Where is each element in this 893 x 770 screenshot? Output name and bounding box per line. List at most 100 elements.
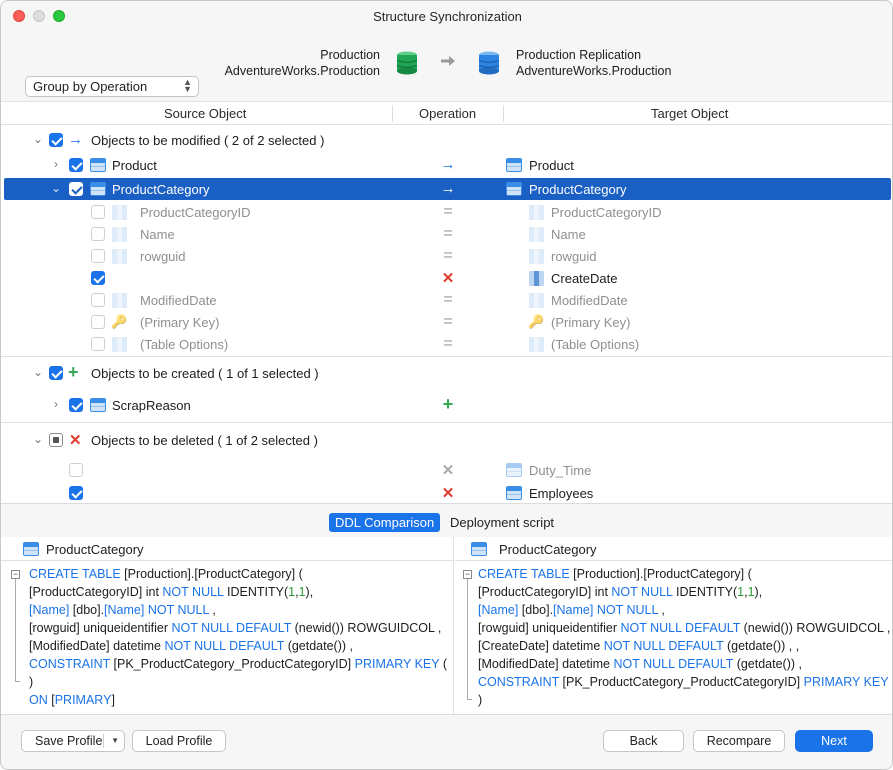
target-object-column-header[interactable]: Target Object (651, 106, 728, 121)
save-profile-label: Save Profile (35, 734, 103, 748)
source-object-name: ProductCategoryID (140, 205, 251, 220)
row-checkbox[interactable] (91, 293, 105, 307)
group-deleted-checkbox[interactable] (49, 433, 63, 447)
fold-toggle-icon[interactable]: − (11, 570, 20, 579)
recompare-button[interactable]: Recompare (693, 730, 785, 752)
structure-sync-window: Structure Synchronization Production Adv… (0, 0, 893, 770)
delete-operation-icon: ✕ (441, 462, 455, 479)
column-icon (529, 271, 544, 286)
source-object-name: (Table Options) (140, 337, 229, 352)
group-by-select[interactable]: Group by Operation ▲ ▼ (25, 76, 199, 97)
target-object-name: ProductCategory (529, 182, 627, 197)
group-created-row[interactable]: ⌄ + Objects to be created ( 1 of 1 selec… (1, 362, 892, 384)
table-icon (506, 158, 522, 172)
table-icon (23, 542, 39, 556)
table-icon (471, 542, 487, 556)
target-object-name: rowguid (551, 249, 597, 264)
target-ddl-header: ProductCategory (455, 537, 892, 561)
code-line: ) (478, 693, 483, 707)
code-line: [CreateDate] datetime NOT NULL DEFAULT (… (478, 639, 800, 653)
dropdown-caret-icon[interactable]: ▼ (111, 731, 119, 751)
title-bar: Structure Synchronization (1, 1, 892, 31)
fold-guide (467, 579, 468, 699)
tab-ddl-comparison[interactable]: DDL Comparison (329, 513, 441, 532)
table-icon (90, 398, 106, 412)
column-icon (112, 293, 127, 308)
next-button[interactable]: Next (795, 730, 873, 752)
code-line: [rowguid] uniqueidentifier NOT NULL DEFA… (29, 621, 442, 635)
source-object-column-header[interactable]: Source Object (164, 106, 246, 121)
disclosure-open-icon[interactable]: ⌄ (50, 181, 62, 195)
column-icon (112, 249, 127, 264)
tab-deployment-script[interactable]: Deployment script (444, 513, 560, 532)
row-checkbox[interactable] (91, 227, 105, 241)
disclosure-open-icon[interactable]: ⌄ (32, 132, 44, 146)
column-row-rowguid[interactable]: rowguid = rowguid (1, 245, 892, 267)
row-checkbox[interactable] (69, 463, 83, 477)
table-row-duty-time[interactable]: ✕ Duty_Time (1, 459, 892, 481)
target-object-name: Employees (529, 486, 594, 501)
row-checkbox[interactable] (69, 158, 83, 172)
source-ddl-title: ProductCategory (46, 542, 144, 557)
fold-toggle-icon[interactable]: − (463, 570, 472, 579)
group-deleted-row[interactable]: ⌄ ✕ Objects to be deleted ( 1 of 2 selec… (1, 429, 892, 451)
create-plus-icon: + (68, 362, 79, 382)
column-row-createdate[interactable]: ✕ CreateDate (1, 267, 892, 289)
table-row-product[interactable]: › Product → Product (1, 154, 892, 176)
equal-operation-icon: = (443, 313, 453, 330)
row-checkbox[interactable] (91, 205, 105, 219)
row-checkbox[interactable] (91, 315, 105, 329)
sync-direction-arrow-icon (441, 56, 455, 66)
source-object-name: (Primary Key) (140, 315, 220, 330)
equal-operation-icon: = (443, 225, 453, 242)
group-by-value: Group by Operation (33, 79, 148, 94)
modify-operation-icon: → (440, 156, 456, 173)
view-tabs: DDL Comparison Deployment script (1, 503, 892, 537)
group-created-label: Objects to be created ( 1 of 1 selected … (91, 366, 319, 381)
column-row-modifieddate[interactable]: ModifiedDate = ModifiedDate (1, 289, 892, 311)
source-ddl-pane[interactable]: ProductCategory − CREATE TABLE [Producti… (1, 537, 454, 714)
key-icon: 🔑 (111, 314, 128, 329)
source-object-name: Product (112, 158, 157, 173)
target-object-name: (Primary Key) (551, 315, 631, 330)
fold-guide-end (467, 699, 472, 700)
group-divider (1, 356, 892, 357)
row-checkbox[interactable] (91, 337, 105, 351)
row-checkbox[interactable] (91, 249, 105, 263)
source-connection-info: Production AdventureWorks.Production (225, 47, 380, 79)
operation-column-header[interactable]: Operation (419, 106, 476, 121)
row-checkbox[interactable] (69, 486, 83, 500)
group-modified-checkbox[interactable] (49, 133, 63, 147)
column-row-productcategoryid[interactable]: ProductCategoryID = ProductCategoryID (1, 201, 892, 223)
equal-operation-icon: = (443, 247, 453, 264)
column-row-name[interactable]: Name = Name (1, 223, 892, 245)
equal-operation-icon: = (443, 203, 453, 220)
disclosure-open-icon[interactable]: ⌄ (32, 365, 44, 379)
row-checkbox[interactable] (91, 271, 105, 285)
table-row-employees[interactable]: ✕ Employees (1, 482, 892, 503)
group-modified-row[interactable]: ⌄ → Objects to be modified ( 2 of 2 sele… (1, 129, 892, 151)
target-ddl-pane[interactable]: ProductCategory − CREATE TABLE [Producti… (455, 537, 892, 714)
column-row-table-options[interactable]: (Table Options) = (Table Options) (1, 333, 892, 355)
disclosure-closed-icon[interactable]: › (50, 157, 62, 171)
column-row-primary-key[interactable]: 🔑 (Primary Key) = 🔑 (Primary Key) (1, 311, 892, 333)
connection-header: Production AdventureWorks.Production Pro… (1, 31, 892, 101)
table-row-scrapreason[interactable]: › ScrapReason + (1, 394, 892, 416)
row-checkbox[interactable] (69, 182, 83, 196)
row-checkbox[interactable] (69, 398, 83, 412)
back-button[interactable]: Back (603, 730, 684, 752)
save-profile-button[interactable]: Save Profile ▼ (21, 730, 125, 752)
column-separator (503, 105, 504, 122)
group-created-checkbox[interactable] (49, 366, 63, 380)
disclosure-open-icon[interactable]: ⌄ (32, 432, 44, 446)
select-stepper-icon: ▲ ▼ (183, 77, 192, 94)
load-profile-button[interactable]: Load Profile (132, 730, 226, 752)
modify-operation-icon: → (440, 180, 456, 197)
target-ddl-title: ProductCategory (499, 542, 597, 557)
table-row-productcategory[interactable]: ⌄ ProductCategory → ProductCategory (4, 178, 891, 200)
table-icon (506, 182, 522, 196)
source-object-name: Name (140, 227, 175, 242)
target-connection-info: Production Replication AdventureWorks.Pr… (516, 47, 671, 79)
disclosure-closed-icon[interactable]: › (50, 397, 62, 411)
target-object-name: CreateDate (551, 271, 618, 286)
